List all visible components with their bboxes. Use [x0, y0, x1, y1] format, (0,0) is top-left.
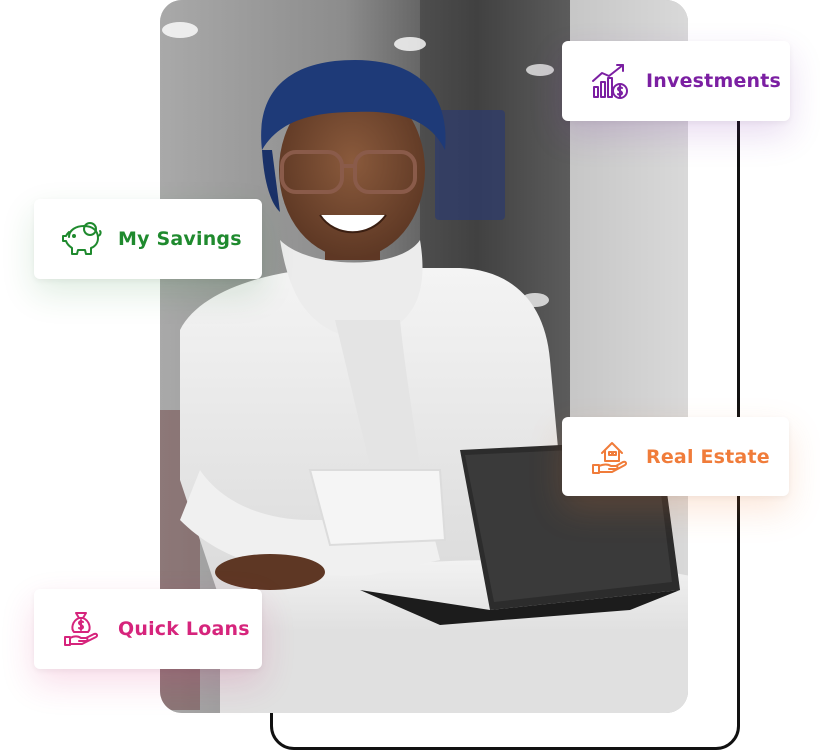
real-estate-label: Real Estate [646, 445, 770, 468]
house-in-hand-icon [588, 435, 632, 479]
savings-label: My Savings [118, 228, 242, 250]
growth-chart-dollar-icon [588, 59, 632, 103]
real-estate-card[interactable]: Real Estate [562, 417, 789, 496]
savings-card[interactable]: My Savings [34, 199, 262, 279]
investments-label: Investments [646, 70, 782, 92]
piggy-bank-icon [60, 217, 104, 261]
loans-label: Quick Loans [118, 618, 250, 640]
investments-card[interactable]: Investments [562, 41, 790, 121]
loans-card[interactable]: Quick Loans [34, 589, 262, 669]
hero-illustration: Investments My Savings Real Estate Quick… [0, 0, 820, 755]
money-bag-hand-icon [60, 607, 104, 651]
